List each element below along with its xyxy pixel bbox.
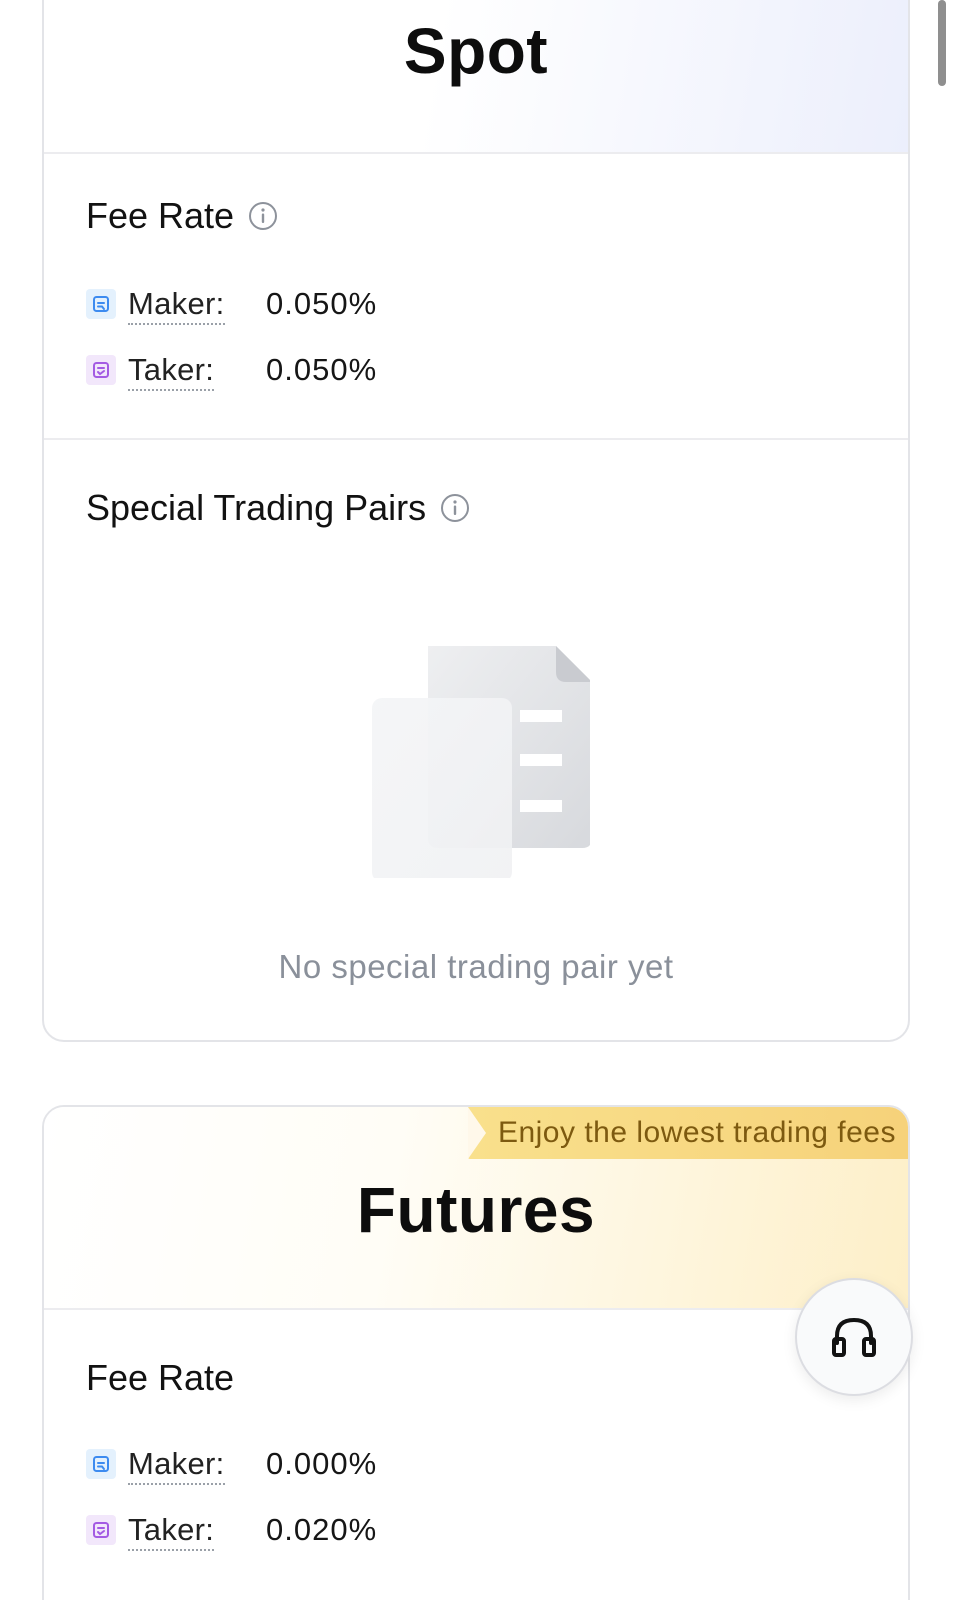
headset-icon <box>832 1317 876 1357</box>
futures-maker-label[interactable]: Maker: <box>128 1446 266 1485</box>
spot-card: Spot Fee Rate Maker: 0.050% Taker: 0.050… <box>42 0 910 1042</box>
spot-card-header: Spot <box>44 0 908 154</box>
futures-taker-value: 0.020% <box>266 1512 378 1547</box>
taker-icon <box>86 1515 116 1545</box>
special-trading-pairs-heading: Special Trading Pairs <box>86 486 470 530</box>
futures-maker-value: 0.000% <box>266 1446 378 1481</box>
promo-notch <box>467 1107 486 1159</box>
empty-state-text: No special trading pair yet <box>278 948 674 985</box>
spot-fee-rate-heading: Fee Rate <box>86 194 278 238</box>
futures-fee-rate-heading-text: Fee Rate <box>86 1357 235 1398</box>
futures-card-header: Enjoy the lowest trading fees Futures <box>44 1107 908 1310</box>
taker-icon <box>86 355 116 385</box>
special-trading-pairs-section: Special Trading Pairs No special trading… <box>44 440 908 1040</box>
special-trading-pairs-heading-text: Special Trading Pairs <box>86 487 427 528</box>
spot-fee-rate-section: Fee Rate Maker: 0.050% Taker: 0.050% <box>44 154 908 440</box>
empty-document-icon <box>372 646 590 878</box>
futures-taker-label[interactable]: Taker: <box>128 1512 266 1551</box>
info-icon[interactable] <box>248 201 278 231</box>
futures-card: Enjoy the lowest trading fees Futures Fe… <box>42 1105 910 1600</box>
spot-title: Spot <box>403 15 549 87</box>
futures-taker-row: Taker: 0.020% <box>86 1508 377 1552</box>
promo-banner: Enjoy the lowest trading fees <box>467 1107 908 1159</box>
spot-taker-row: Taker: 0.050% <box>86 348 377 392</box>
scrollbar[interactable] <box>938 0 946 86</box>
customer-support-button[interactable] <box>795 1278 913 1396</box>
promo-text: Enjoy the lowest trading fees <box>497 1116 896 1149</box>
spot-taker-label[interactable]: Taker: <box>128 352 266 391</box>
futures-fee-rate-section: Fee Rate Maker: 0.000% Taker: 0.020% <box>44 1310 908 1600</box>
futures-fee-rate-heading: Fee Rate <box>86 1356 234 1400</box>
futures-maker-row: Maker: 0.000% <box>86 1442 377 1486</box>
maker-icon <box>86 289 116 319</box>
futures-title: Futures <box>356 1174 596 1246</box>
spot-maker-value: 0.050% <box>266 286 378 321</box>
maker-icon <box>86 1449 116 1479</box>
spot-taker-value: 0.050% <box>266 352 378 387</box>
info-icon[interactable] <box>440 493 470 523</box>
page: Spot Fee Rate Maker: 0.050% Taker: 0.050… <box>0 0 973 1600</box>
spot-maker-label[interactable]: Maker: <box>128 286 266 325</box>
spot-maker-row: Maker: 0.050% <box>86 282 377 326</box>
spot-fee-rate-heading-text: Fee Rate <box>86 195 235 236</box>
